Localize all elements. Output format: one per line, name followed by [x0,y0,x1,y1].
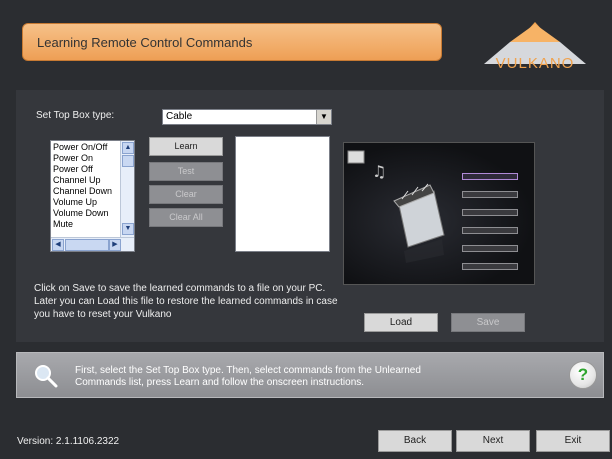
next-button[interactable]: Next [456,430,530,452]
stb-type-label: Set Top Box type: [36,110,115,121]
exit-button[interactable]: Exit [536,430,610,452]
list-item[interactable]: Mute [53,219,119,230]
scroll-right-icon[interactable]: ▶ [109,239,121,251]
list-item[interactable]: Power On [53,153,119,164]
save-load-info: Click on Save to save the learned comman… [34,283,338,320]
scroll-thumb[interactable] [122,155,134,167]
instruction-text: First, select the Set Top Box type. Then… [75,365,421,388]
back-button[interactable]: Back [378,430,452,452]
help-icon[interactable]: ? [569,361,597,389]
stb-type-select[interactable]: Cable ▼ [162,109,332,125]
list-item[interactable]: Volume Down [53,208,119,219]
logo-wordmark: VULKANO [495,55,575,72]
page-title: Learning Remote Control Commands [22,23,442,61]
scroll-left-icon[interactable]: ◀ [52,239,64,251]
menu-item [462,263,518,270]
media-preview-image: ♫ [343,142,535,285]
clear-all-button[interactable]: Clear All [149,208,223,227]
command-items: Power On/Off Power On Power Off Channel … [53,142,119,230]
learn-button[interactable]: Learn [149,137,223,156]
menu-item [462,227,518,234]
menu-item [462,245,518,252]
list-item[interactable]: Channel Up [53,175,119,186]
instruction-bar: First, select the Set Top Box type. Then… [16,352,604,398]
svg-text:♫: ♫ [372,162,386,181]
clear-button[interactable]: Clear [149,185,223,204]
load-button[interactable]: Load [364,313,438,332]
stb-type-value: Cable [166,111,193,122]
list-item[interactable]: Channel Down [53,186,119,197]
scroll-down-icon[interactable]: ▼ [122,223,134,235]
horizontal-scrollbar[interactable]: ◀ ▶ [51,237,134,251]
list-item[interactable]: Volume Up [53,197,119,208]
learned-commands-list[interactable] [235,136,330,252]
chevron-down-icon[interactable]: ▼ [316,110,331,124]
test-button[interactable]: Test [149,162,223,181]
menu-item [462,173,518,180]
menu-item [462,191,518,198]
save-button[interactable]: Save [451,313,525,332]
vertical-scrollbar[interactable]: ▲ ▼ [120,141,134,237]
list-item[interactable]: Power On/Off [53,142,119,153]
app-window: Learning Remote Control Commands VULKANO… [0,0,612,459]
version-label: Version: 2.1.1106.2322 [17,436,120,447]
menu-item [462,209,518,216]
list-item[interactable]: Power Off [53,164,119,175]
magnifier-icon [35,365,58,388]
unlearned-commands-list[interactable]: Power On/Off Power On Power Off Channel … [50,140,135,252]
scroll-up-icon[interactable]: ▲ [122,142,134,154]
scroll-thumb[interactable] [65,239,109,251]
